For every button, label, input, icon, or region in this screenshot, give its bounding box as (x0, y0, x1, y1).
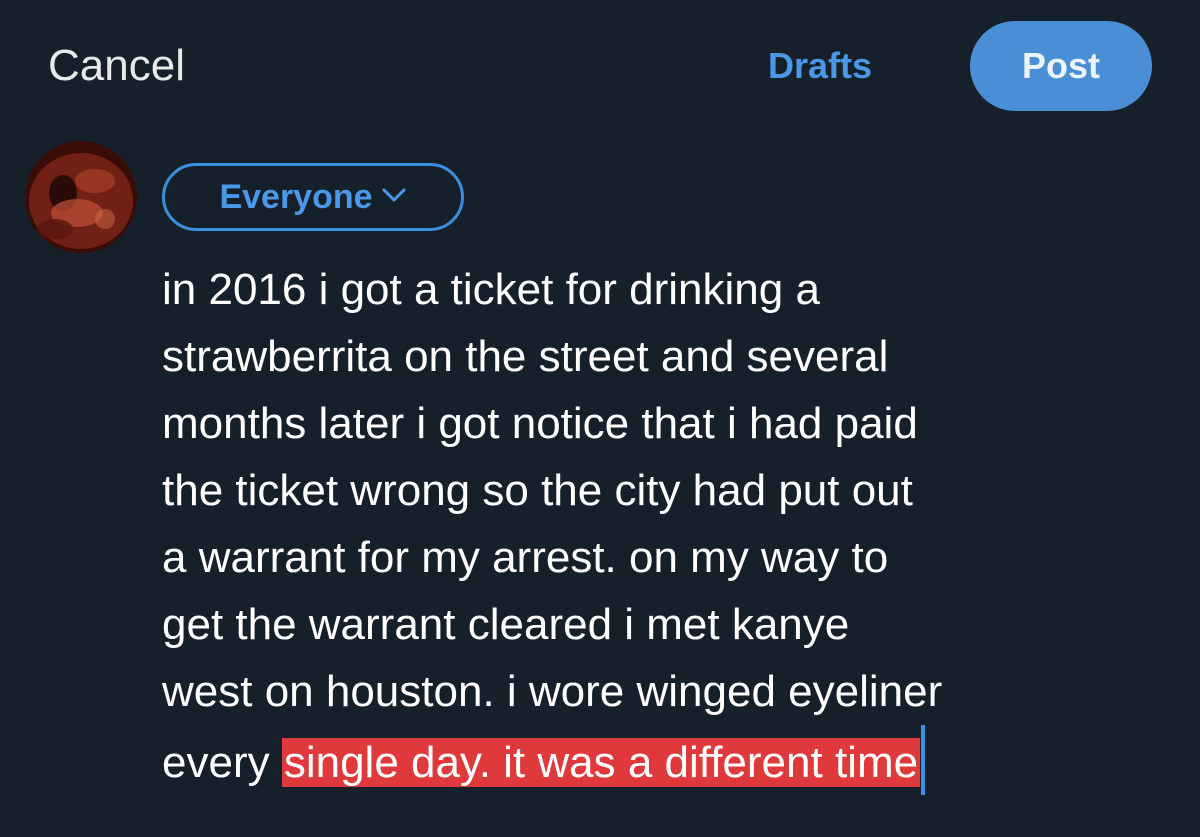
audience-selector[interactable]: Everyone (162, 163, 464, 231)
text-line: strawberrita on the street and several (162, 332, 889, 381)
text-line: months later i got notice that i had pai… (162, 399, 918, 448)
text-line: get the warrant cleared i met kanye (162, 600, 850, 649)
text-line: the ticket wrong so the city had put out (162, 466, 913, 515)
selected-text[interactable]: single day. it was a different time (281, 738, 921, 787)
text-line: west on houston. i wore winged eyeliner (162, 667, 943, 716)
post-text-input[interactable]: in 2016 i got a ticket for drinking a st… (162, 256, 1172, 796)
cancel-button[interactable]: Cancel (48, 38, 185, 94)
drafts-button[interactable]: Drafts (768, 40, 872, 92)
text-line-last: every single day. it was a different tim… (162, 725, 1172, 796)
text-cursor (921, 725, 926, 795)
audience-label: Everyone (219, 177, 373, 216)
avatar-image (25, 141, 137, 253)
text-line: a warrant for my arrest. on my way to (162, 533, 889, 582)
chevron-down-icon (381, 186, 407, 209)
post-button[interactable]: Post (970, 21, 1152, 111)
avatar[interactable] (25, 141, 137, 253)
text-line: in 2016 i got a ticket for drinking a (162, 265, 820, 314)
compose-header: Cancel Drafts Post (0, 0, 1200, 130)
text-plain: every (162, 738, 282, 787)
